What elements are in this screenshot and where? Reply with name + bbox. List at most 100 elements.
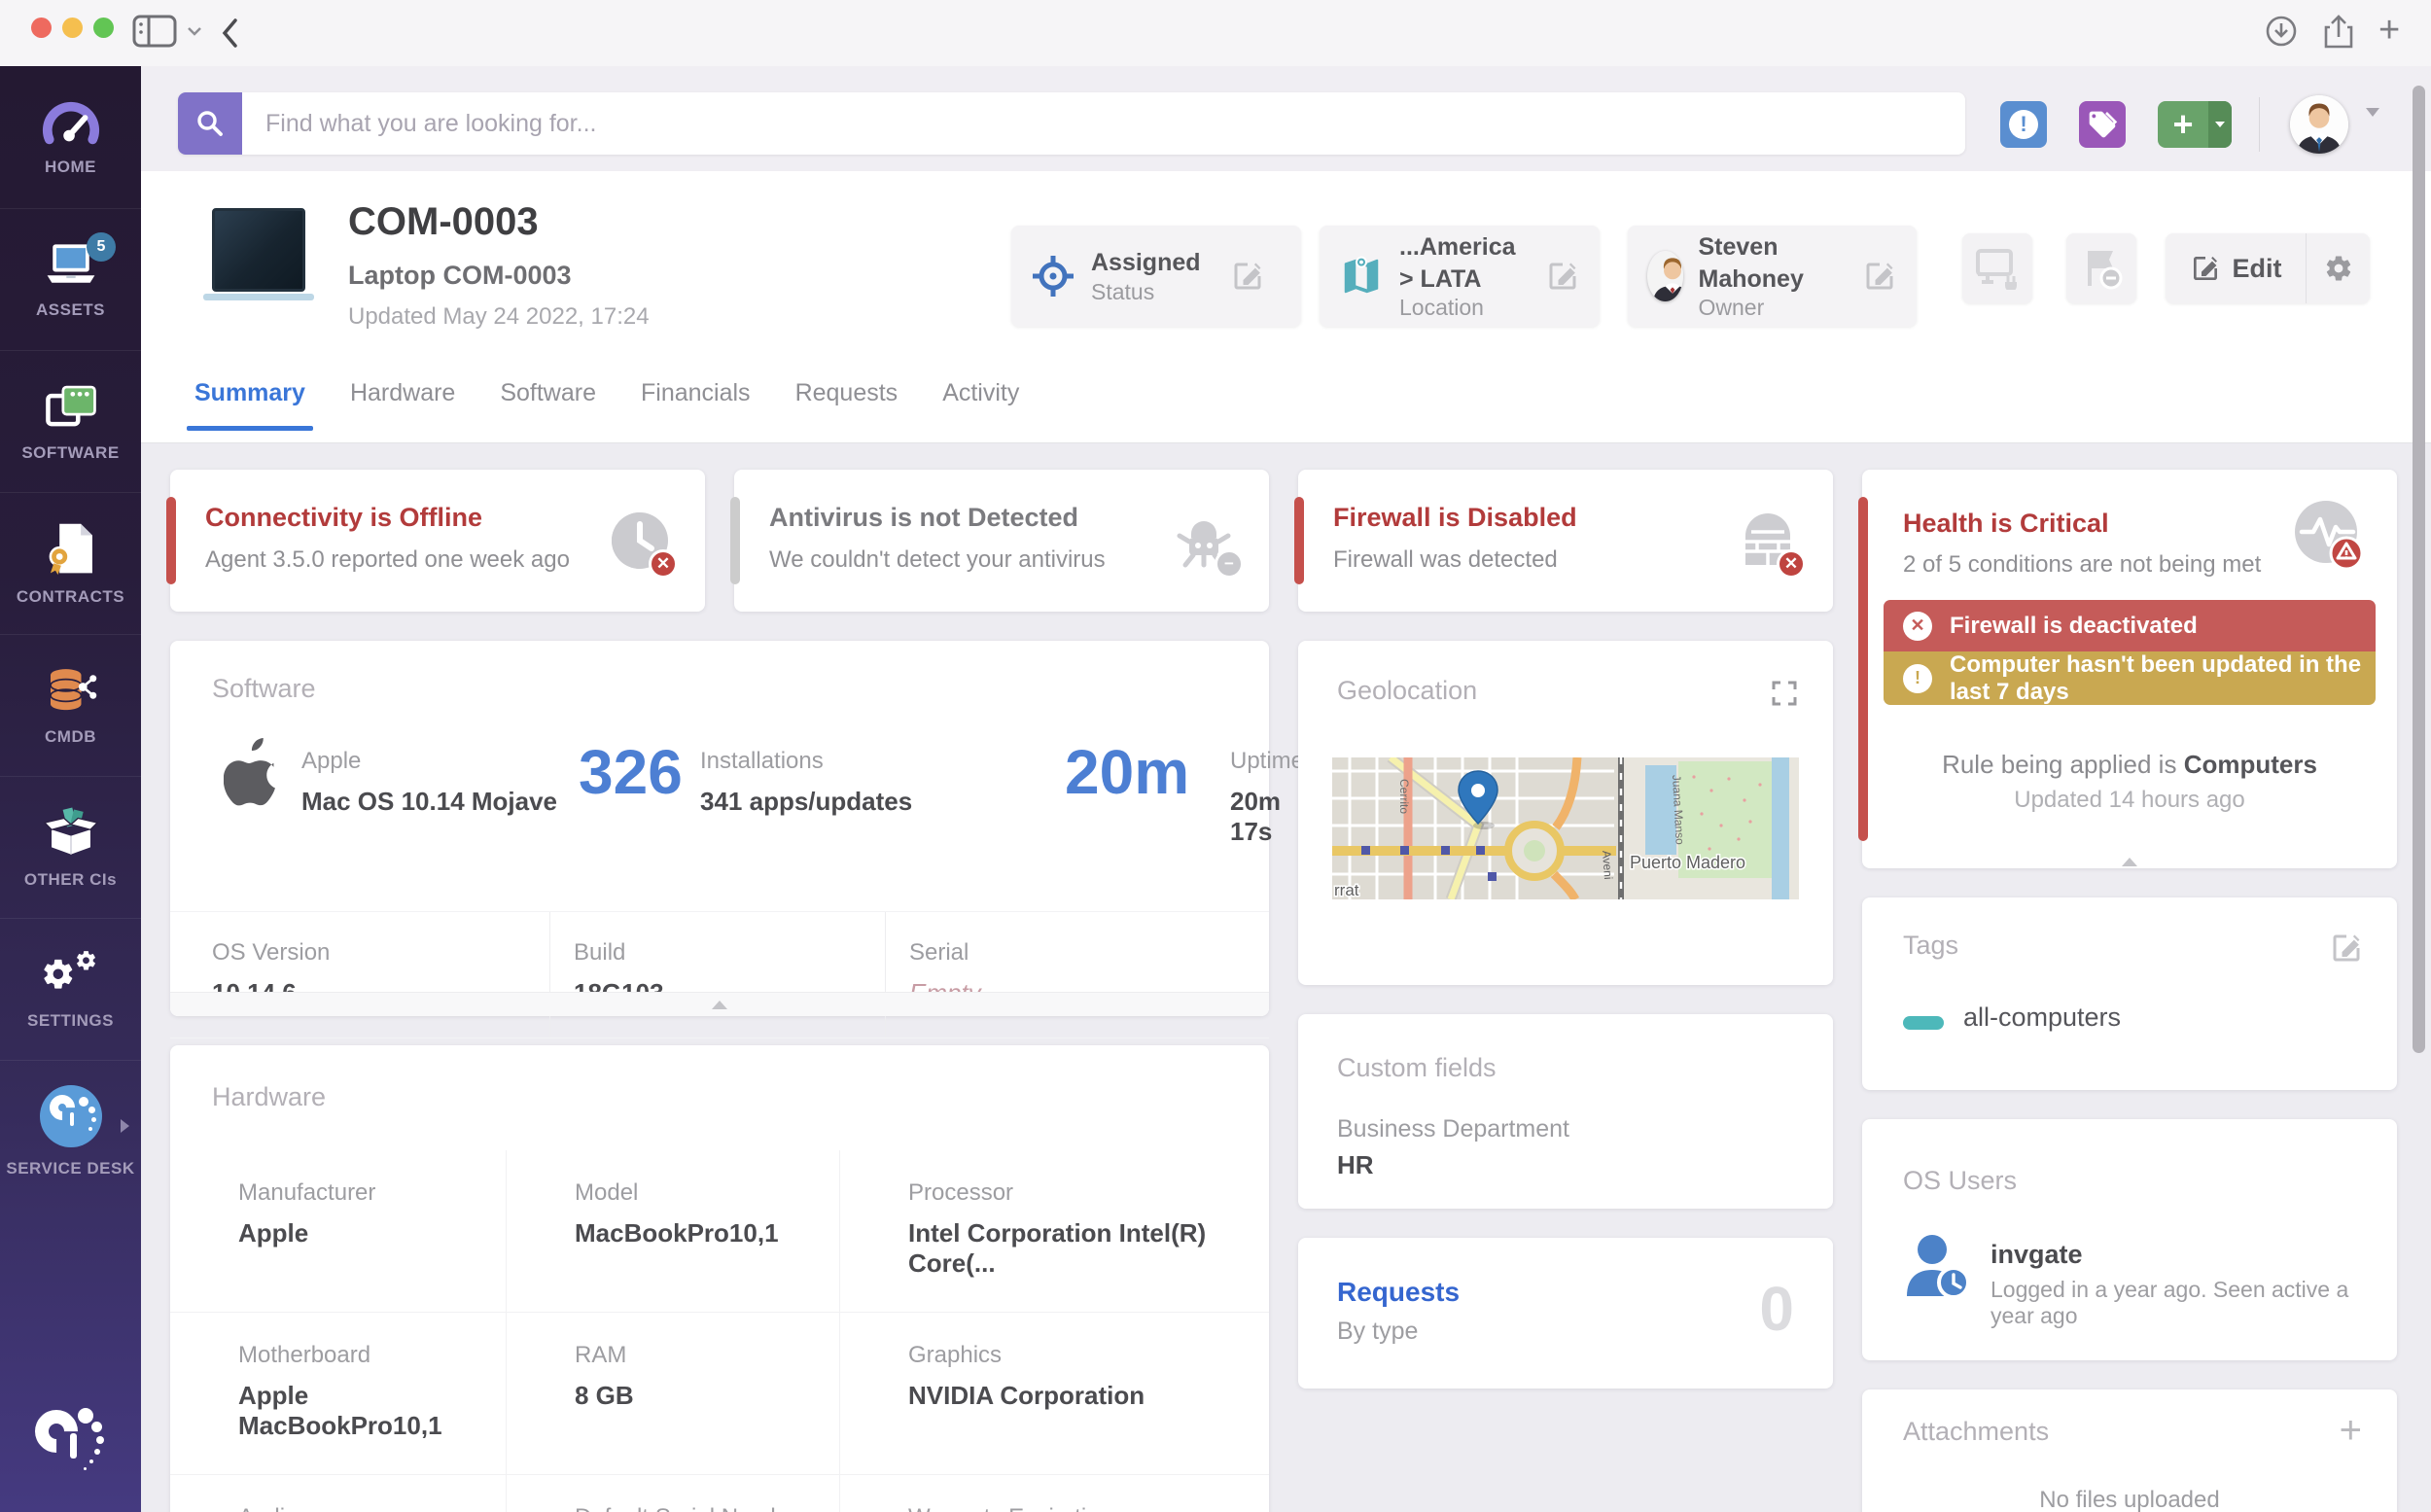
remote-connect-button[interactable]	[1962, 233, 2032, 303]
tab-financials[interactable]: Financials	[641, 379, 751, 431]
warning-circle-icon: !	[1903, 663, 1932, 693]
hardware-summary-card: Hardware Manufacturer Apple Model MacBookP…	[170, 1045, 1269, 1512]
sidebar-label: CONTRACTS	[16, 586, 125, 606]
installations-sub: 341 apps/updates	[700, 787, 913, 816]
asset-thumbnail	[203, 208, 314, 300]
user-menu-caret-icon[interactable]	[2366, 108, 2379, 134]
sidebar-item-cmdb[interactable]: CMDB	[0, 634, 141, 776]
sidebar-label: SOFTWARE	[21, 442, 120, 462]
hw-field-processor: Processor Intel Corporation Intel(R) Core…	[839, 1150, 1269, 1312]
tag-label[interactable]: all-computers	[1963, 1002, 2121, 1033]
report-flag-button[interactable]	[2066, 233, 2136, 303]
connectivity-alert-card[interactable]: Connectivity is Offline Agent 3.5.0 repo…	[166, 470, 705, 612]
target-icon	[1031, 254, 1075, 299]
maximize-window-button[interactable]	[93, 18, 114, 38]
tab-activity[interactable]: Activity	[942, 379, 1019, 431]
search-bar	[178, 92, 1965, 155]
alert-severity-bar	[1294, 497, 1304, 584]
edit-status-icon[interactable]	[1230, 259, 1265, 294]
collapse-health-button[interactable]	[2122, 841, 2137, 866]
new-tab-icon[interactable]: +	[2378, 10, 2400, 52]
owner-value: Steven Mahoney	[1698, 233, 1804, 293]
owner-chip: Steven Mahoney Owner	[1628, 226, 1917, 327]
main-area: ! + COM-0003 Laptop COM-000	[141, 66, 2431, 1512]
edit-button[interactable]: Edit	[2166, 233, 2306, 303]
share-icon[interactable]	[2322, 14, 2355, 51]
sidebar-label: SETTINGS	[26, 1010, 114, 1030]
tags-button[interactable]	[2079, 101, 2126, 148]
map-avenue-label: Aveni	[1600, 850, 1615, 880]
owner-label: Owner	[1698, 295, 1765, 320]
map-street-cerrito: Cerrito	[1397, 779, 1411, 814]
location-chip: ...America > LATA Location	[1320, 226, 1600, 327]
geolocation-card: Geolocation Cerrito Juana Manso Puerto M…	[1298, 641, 1833, 985]
tab-overview-chevron-icon[interactable]	[187, 25, 202, 37]
tab-hardware[interactable]: Hardware	[350, 379, 455, 431]
uptime-value: 20m	[1065, 737, 1190, 807]
sidebar-label: SERVICE DESK	[6, 1158, 135, 1178]
edit-location-icon[interactable]	[1545, 259, 1580, 294]
error-circle-icon: ✕	[1903, 611, 1932, 641]
firewall-alert-card[interactable]: Firewall is Disabled Firewall was detect…	[1294, 470, 1833, 612]
os-user-detail: Logged in a year ago. Seen active a year…	[1991, 1277, 2349, 1328]
asset-header: COM-0003 Laptop COM-0003 Updated May 24 …	[141, 171, 2431, 443]
collapse-software-button[interactable]	[170, 992, 1269, 1016]
gauge-icon	[41, 97, 101, 146]
back-button[interactable]	[220, 18, 239, 49]
add-dropdown-button[interactable]	[2208, 101, 2232, 148]
custom-field-value: HR	[1337, 1150, 1374, 1179]
hardware-card-title: Hardware	[212, 1082, 327, 1111]
asset-settings-button[interactable]	[2306, 233, 2370, 303]
close-window-button[interactable]	[31, 18, 52, 38]
sidebar-label: OTHER CIs	[23, 869, 118, 889]
sidebar-item-contracts[interactable]: CONTRACTS	[0, 492, 141, 634]
search-icon	[195, 109, 225, 138]
tab-software[interactable]: Software	[500, 379, 596, 431]
edit-owner-icon[interactable]	[1862, 259, 1897, 294]
user-avatar[interactable]	[2290, 95, 2348, 154]
sidebar-item-service-desk[interactable]: SERVICE DESK	[0, 1060, 141, 1202]
user-clock-icon	[1903, 1232, 1977, 1300]
sidebar-toggle-icon[interactable]	[132, 14, 177, 49]
tag-icon	[2087, 109, 2118, 140]
os-users-title: OS Users	[1903, 1166, 2018, 1195]
search-button[interactable]	[178, 92, 242, 155]
uptime-sub: 20m 17s	[1230, 787, 1282, 846]
requests-link[interactable]: Requests	[1337, 1277, 1460, 1308]
build-field: Build 18G103	[549, 912, 885, 1037]
antivirus-alert-card[interactable]: Antivirus is not Detected We couldn't de…	[730, 470, 1269, 612]
tags-card: Tags all-computers	[1862, 897, 2397, 1090]
plus-icon: +	[2172, 104, 2194, 144]
apple-logo-icon	[224, 738, 284, 810]
os-user-name: invgate	[1991, 1240, 2083, 1269]
health-title: Health is Critical	[1903, 509, 2109, 538]
custom-fields-title: Custom fields	[1337, 1053, 1497, 1082]
hw-field-ram: RAM 8 GB	[506, 1312, 839, 1474]
downloads-icon[interactable]	[2264, 14, 2299, 49]
sidebar-item-home[interactable]: HOME	[0, 66, 141, 208]
tab-requests[interactable]: Requests	[795, 379, 898, 431]
hw-field-motherboard: Motherboard Apple MacBookPro10,1	[170, 1312, 506, 1474]
sidebar-item-software[interactable]: SOFTWARE	[0, 350, 141, 492]
map[interactable]: Cerrito Juana Manso Puerto Madero rrat A…	[1332, 757, 1799, 899]
sidebar-item-other-cis[interactable]: OTHER CIs	[0, 776, 141, 918]
open-box-icon	[42, 806, 99, 859]
add-button[interactable]: +	[2158, 101, 2232, 148]
info-button[interactable]: !	[2000, 101, 2047, 148]
sidebar-item-assets[interactable]: 5 ASSETS	[0, 208, 141, 350]
os-name-value: Mac OS 10.14 Mojave	[301, 787, 558, 816]
tab-summary[interactable]: Summary	[187, 379, 313, 431]
sidebar-item-settings[interactable]: SETTINGS	[0, 918, 141, 1060]
search-input[interactable]	[242, 109, 1965, 138]
assets-badge: 5	[87, 232, 116, 262]
sidebar-label: ASSETS	[35, 299, 106, 319]
edit-tags-icon[interactable]	[2329, 931, 2364, 966]
flag-minus-icon	[2080, 247, 2123, 290]
scrollbar-thumb[interactable]	[2413, 86, 2425, 1053]
expand-map-icon[interactable]	[1771, 680, 1798, 707]
health-updated: Updated 14 hours ago	[2014, 787, 2245, 813]
add-attachment-button[interactable]: +	[2340, 1409, 2362, 1453]
minimize-window-button[interactable]	[62, 18, 83, 38]
tab-bar: Summary Hardware Software Financials Req…	[187, 379, 1019, 431]
geolocation-title: Geolocation	[1337, 676, 1478, 705]
